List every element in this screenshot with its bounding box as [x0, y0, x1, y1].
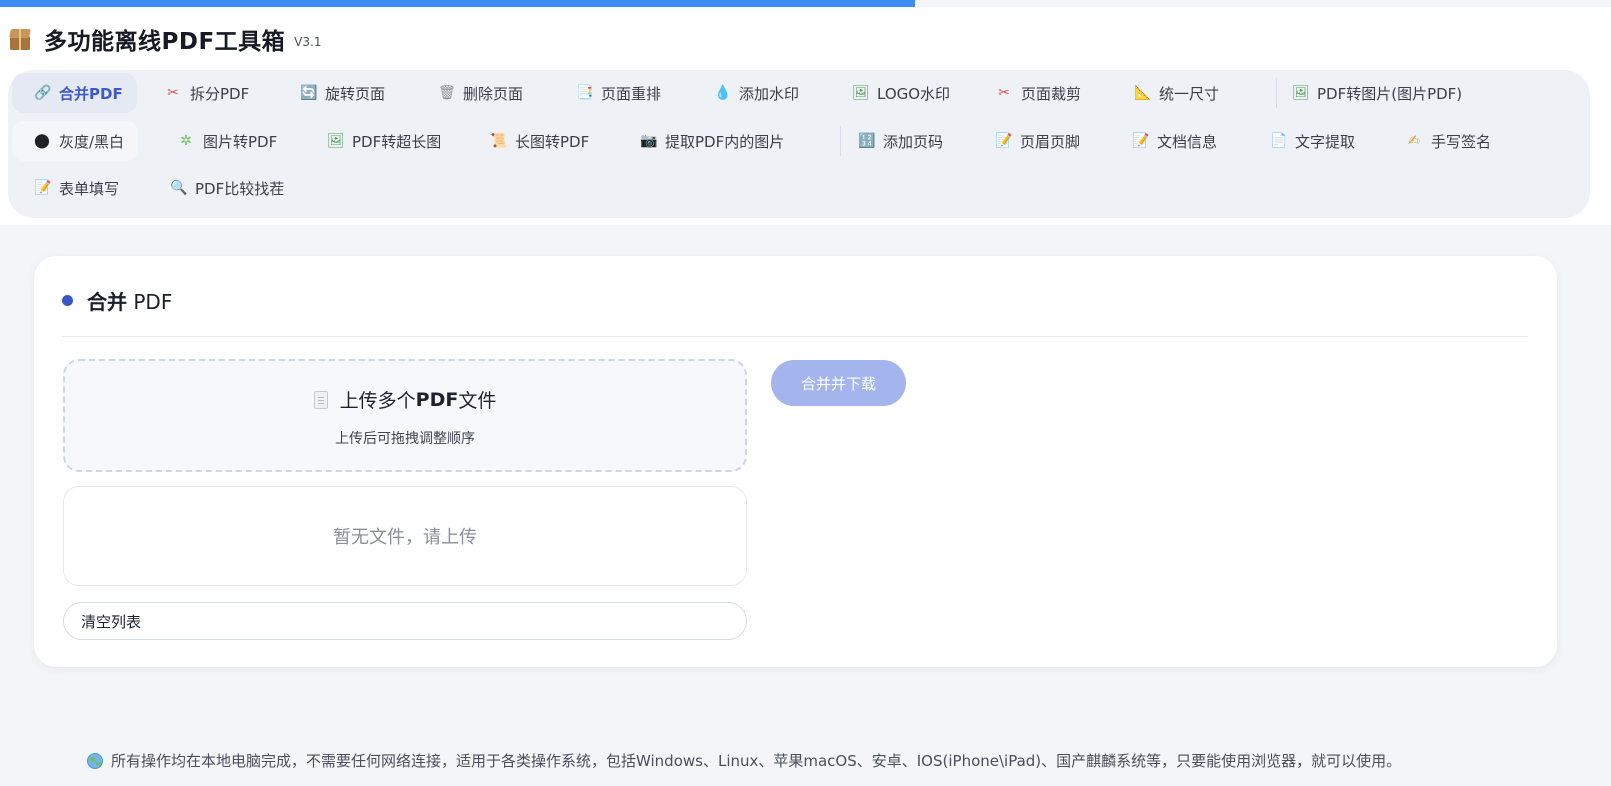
- tool-delete-page[interactable]: 🗑 删除页面: [416, 73, 537, 113]
- black-circle-icon: ⬤: [34, 133, 50, 149]
- memo-icon: 📝: [34, 180, 52, 196]
- tool-grayscale[interactable]: ⬤ 灰度/黑白: [12, 121, 139, 161]
- tool-document-info[interactable]: 📝 文档信息: [1110, 121, 1231, 161]
- magnifier-icon: 🔍: [170, 180, 188, 196]
- upload-hint: 上传后可拖拽调整顺序: [335, 431, 475, 447]
- title-dot-icon: [62, 295, 73, 306]
- tool-reorder-pages[interactable]: 📑 页面重排: [554, 73, 675, 113]
- title-row: 多功能离线PDF工具箱 V3.1: [8, 19, 321, 59]
- tool-text-extract[interactable]: 📄 文字提取: [1248, 121, 1369, 161]
- writing-hand-icon: ✍: [1408, 133, 1420, 149]
- tool-pdf-to-image[interactable]: 🖼 PDF转图片(图片PDF): [1270, 73, 1476, 113]
- tool-pdf-compare[interactable]: 🔍 PDF比较找茬: [148, 168, 298, 208]
- tool-menu: 🔗 合并PDF ✂ 拆分PDF 🔄 旋转页面 🗑 删除页面 📑 页面重排 💧 添…: [8, 70, 1590, 218]
- puzzle-icon: ✲: [180, 133, 192, 149]
- file-list-empty: 暂无文件，请上传: [63, 486, 747, 586]
- scroll-icon: 📜: [490, 133, 508, 149]
- tool-unify-size[interactable]: 📐 统一尺寸: [1112, 73, 1233, 113]
- tool-crop-page[interactable]: ✂ 页面裁剪: [974, 73, 1095, 113]
- tool-split-pdf[interactable]: ✂ 拆分PDF: [143, 73, 263, 113]
- footer-text: 所有操作均在本地电脑完成，不需要任何网络连接，适用于各类操作系统，包括Windo…: [111, 752, 1402, 770]
- tool-pdf-to-long-image[interactable]: 🖼 PDF转超长图: [305, 121, 455, 161]
- memo-icon: 📝: [1132, 133, 1150, 149]
- tool-extract-images[interactable]: 📷 提取PDF内的图片: [618, 121, 798, 161]
- picture-icon: 🖼: [1292, 85, 1310, 101]
- tool-image-to-pdf[interactable]: ✲ 图片转PDF: [156, 121, 291, 161]
- merge-pdf-panel: 合并 PDF 上传多个 PDF 文件 上传后可拖拽调整顺序 合并并下载 暂无文件…: [34, 256, 1557, 667]
- top-progress-bar: [0, 0, 915, 7]
- memo-icon: 📝: [995, 133, 1013, 149]
- document-icon: [313, 390, 328, 409]
- picture-icon: 🖼: [327, 133, 345, 149]
- camera-icon: 📷: [640, 133, 658, 149]
- tool-header-footer[interactable]: 📝 页眉页脚: [973, 121, 1094, 161]
- app-version: V3.1: [294, 35, 322, 49]
- tool-form-fill[interactable]: 📝 表单填写: [12, 168, 133, 208]
- panel-divider: [62, 336, 1528, 337]
- upload-dropzone[interactable]: 上传多个 PDF 文件 上传后可拖拽调整顺序: [63, 359, 747, 472]
- upload-main-text: 上传多个 PDF 文件: [65, 386, 745, 413]
- merge-download-button[interactable]: 合并并下载: [771, 360, 906, 406]
- document-icon: 📄: [1270, 133, 1288, 149]
- scissors-icon: ✂: [998, 85, 1010, 101]
- panel-title: 合并 PDF: [62, 286, 172, 315]
- tool-handwritten-signature[interactable]: ✍ 手写签名: [1384, 121, 1505, 161]
- numbers-icon: 🔢: [858, 133, 876, 149]
- scissors-icon: ✂: [167, 85, 179, 101]
- ruler-icon: 📐: [1134, 85, 1152, 101]
- trash-icon: 🗑: [438, 85, 456, 101]
- panel-title-bold: 合并: [87, 290, 127, 314]
- droplet-icon: 💧: [714, 85, 732, 101]
- reorder-icon: 📑: [576, 85, 594, 101]
- panel-title-rest: PDF: [127, 290, 173, 314]
- tool-long-image-to-pdf[interactable]: 📜 长图转PDF: [468, 121, 603, 161]
- tool-add-page-numbers[interactable]: 🔢 添加页码: [836, 121, 957, 161]
- app-title: 多功能离线PDF工具箱: [44, 29, 286, 55]
- tool-merge-pdf[interactable]: 🔗 合并PDF: [12, 73, 137, 113]
- globe-icon: [87, 752, 103, 769]
- link-icon: 🔗: [34, 85, 52, 101]
- tool-rotate-page[interactable]: 🔄 旋转页面: [278, 73, 399, 113]
- app-header: 多功能离线PDF工具箱 V3.1 🔗 合并PDF ✂ 拆分PDF 🔄 旋转页面 …: [0, 7, 1611, 225]
- package-icon: [8, 27, 32, 51]
- tool-add-watermark[interactable]: 💧 添加水印: [692, 73, 813, 113]
- picture-icon: 🖼: [852, 85, 870, 101]
- tool-logo-watermark[interactable]: 🖼 LOGO水印: [830, 73, 964, 113]
- clear-list-button[interactable]: 清空列表: [63, 602, 747, 640]
- footer-note: 所有操作均在本地电脑完成，不需要任何网络连接，适用于各类操作系统，包括Windo…: [87, 750, 1401, 771]
- rotate-icon: 🔄: [300, 85, 318, 101]
